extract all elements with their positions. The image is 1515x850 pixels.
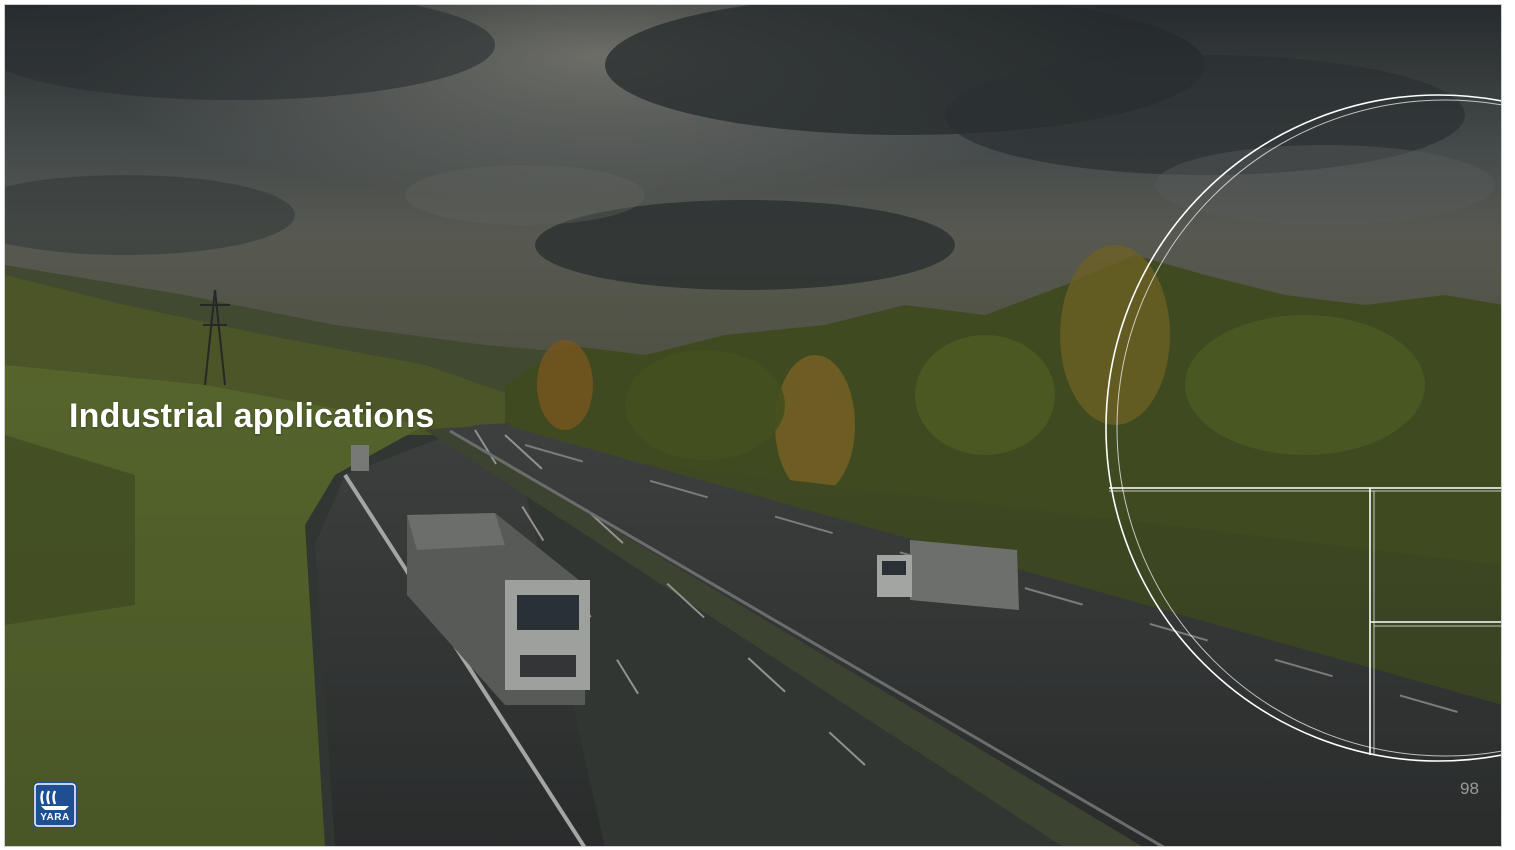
slide: Industrial applications 98 YARA (4, 4, 1502, 847)
logo-text: YARA (40, 812, 70, 823)
slide-title: Industrial applications (69, 397, 435, 435)
page-number: 98 (1460, 779, 1479, 798)
yara-logo: YARA (33, 782, 77, 828)
